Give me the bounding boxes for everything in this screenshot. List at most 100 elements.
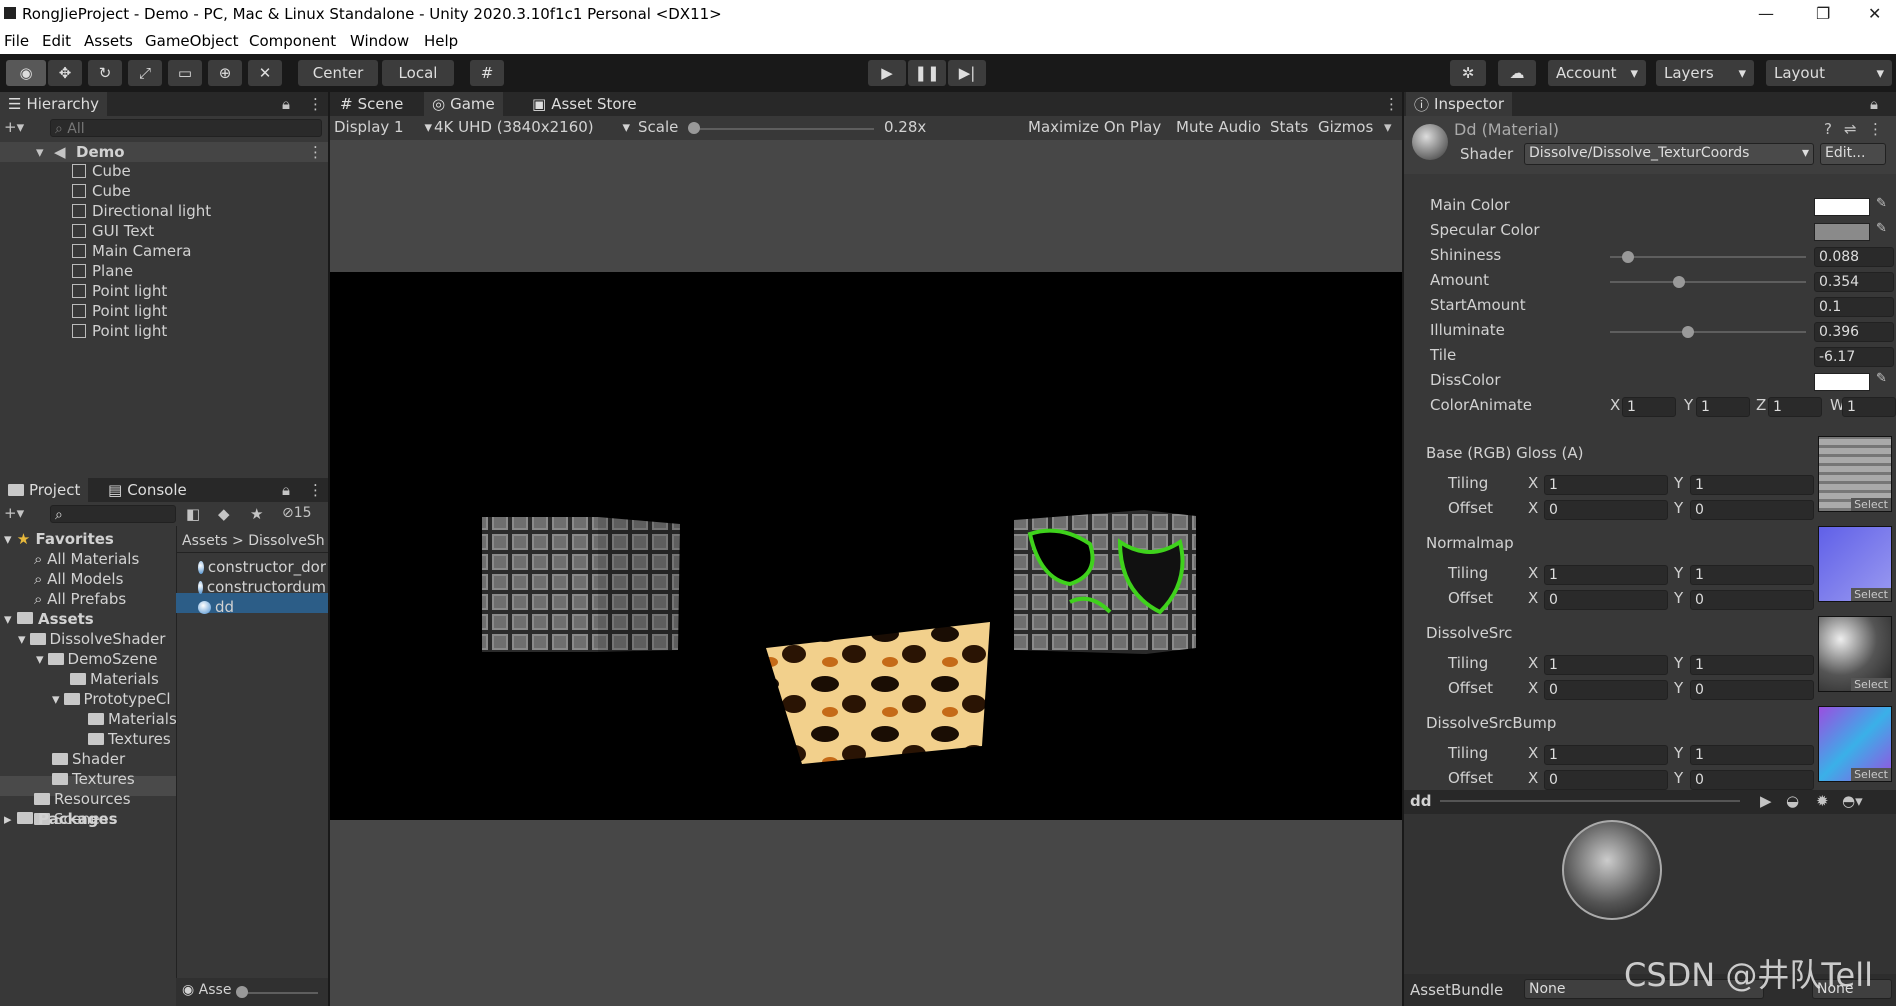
tab-hierarchy[interactable]: ☰ Hierarchy [0,92,107,116]
settings-icon[interactable]: ⇌ [1844,120,1857,138]
texture-offset-x-field[interactable]: 0 [1544,500,1668,520]
hierarchy-item[interactable]: Cube [72,162,131,180]
eyedropper-icon[interactable]: ✎ [1876,221,1887,236]
layers-dropdown[interactable]: Layers ▾ [1656,60,1754,86]
texture-offset-y-field[interactable]: 0 [1690,770,1814,790]
maximize-on-play-button[interactable]: Maximize On Play [1028,118,1161,136]
icon-size-knob[interactable] [236,986,248,998]
favorite-item[interactable]: ⌕ All Models [34,570,123,588]
more-icon[interactable]: ⋮ [1384,95,1399,113]
menu-gameobject[interactable]: GameObject [145,32,239,50]
tab-scene[interactable]: # Scene [332,92,411,116]
resolution-dropdown[interactable]: 4K UHD (3840x2160) ▾ [434,118,630,136]
scale-slider[interactable] [694,128,874,130]
slider-knob[interactable] [1621,251,1634,263]
menu-help[interactable]: Help [424,32,458,50]
tree-folder[interactable]: Materials [70,670,159,688]
maximize-icon[interactable]: ❐ [1816,4,1830,23]
play-icon[interactable]: ▶ [1760,792,1772,810]
pivot-center-button[interactable]: Center [298,60,378,86]
eyedropper-icon[interactable]: ✎ [1876,371,1887,386]
step-button[interactable]: ▶| [948,60,986,86]
texture-select-button[interactable]: Select [1851,498,1891,511]
expand-icon[interactable]: ▾ [36,650,44,668]
slider-knob[interactable] [1673,276,1686,288]
add-icon[interactable]: +▾ [4,118,24,136]
hierarchy-item[interactable]: Point light [72,282,167,300]
expand-icon[interactable]: ▾ [18,630,26,648]
lock-icon[interactable]: 🔒︎ [1870,95,1878,113]
play-button[interactable]: ▶ [868,60,906,86]
icon-size-slider[interactable] [240,992,318,994]
texture-offset-x-field[interactable]: 0 [1544,770,1668,790]
property-value-field[interactable]: -6.17 [1814,347,1894,367]
expand-icon[interactable]: ▾ [52,690,60,708]
breadcrumb-folder[interactable]: DissolveSh [248,533,324,549]
account-dropdown[interactable]: Account ▾ [1548,60,1646,86]
grid-snap-icon[interactable]: # [470,60,504,86]
preview-resize-handle[interactable] [1440,800,1740,802]
texture-thumbnail[interactable]: Select [1818,706,1892,782]
texture-tiling-y-field[interactable]: 1 [1690,565,1814,585]
favorites-row[interactable]: ▾ ★ Favorites [4,530,114,548]
hierarchy-item[interactable]: GUI Text [72,222,154,240]
rotate-tool-icon[interactable]: ↻ [88,60,122,86]
hierarchy-item[interactable]: Cube [72,182,131,200]
tab-console[interactable]: ▤ Console [100,478,195,502]
texture-select-button[interactable]: Select [1851,768,1891,781]
texture-thumbnail[interactable]: Select [1818,616,1892,692]
tree-folder[interactable]: Shader [52,750,125,768]
file-item[interactable]: constructor_dor [198,558,326,576]
texture-tiling-x-field[interactable]: 1 [1544,475,1668,495]
tab-inspector[interactable]: ⓘ Inspector [1406,92,1512,116]
minimize-icon[interactable]: — [1758,4,1774,23]
filter-type-icon[interactable]: ◧ [186,505,200,523]
texture-thumbnail[interactable]: Select [1818,526,1892,602]
tree-folder[interactable]: Textures [88,730,171,748]
color-swatch[interactable] [1814,223,1870,241]
property-value-field[interactable]: 0.1 [1814,297,1894,317]
tree-folder[interactable]: ▾ DissolveShader [18,630,165,648]
mute-audio-button[interactable]: Mute Audio [1176,118,1261,136]
slider-knob[interactable] [1681,326,1694,338]
file-item[interactable]: constructordum [198,578,326,596]
layout-dropdown[interactable]: Layout ▾ [1766,60,1892,86]
coloranimate-w-field[interactable]: 1 [1842,397,1896,417]
more-icon[interactable]: ⋮ [1868,120,1883,138]
scene-row[interactable]: ▾ ◀ Demo ⋮ [0,142,328,162]
texture-offset-y-field[interactable]: 0 [1690,500,1814,520]
more-icon[interactable]: ⋮ [308,143,323,161]
cloud-icon[interactable]: ☁ [1498,60,1536,86]
tree-folder[interactable]: ▾ PrototypeCl [52,690,171,708]
packages-row[interactable]: ▸ Packages [4,810,118,828]
display-dropdown[interactable]: Display 1 ▾ [334,118,432,136]
property-slider[interactable] [1610,256,1806,258]
property-value-field[interactable]: 0.088 [1814,247,1894,267]
shader-dropdown[interactable]: Dissolve/Dissolve_TexturCoords ▾ [1524,143,1814,165]
edit-shader-button[interactable]: Edit... [1820,143,1886,165]
texture-tiling-x-field[interactable]: 1 [1544,655,1668,675]
property-value-field[interactable]: 0.354 [1814,272,1894,292]
assets-row[interactable]: ▾ Assets [4,610,94,628]
hierarchy-item[interactable]: Plane [72,262,133,280]
coloranimate-x-field[interactable]: 1 [1622,397,1676,417]
game-viewport[interactable] [330,272,1402,820]
menu-window[interactable]: Window [350,32,409,50]
file-item[interactable]: dd [198,598,326,616]
scale-knob[interactable] [688,122,700,134]
tree-folder[interactable]: ▾ DemoSzene [36,650,157,668]
coloranimate-y-field[interactable]: 1 [1696,397,1750,417]
tab-project[interactable]: Project [0,478,89,502]
texture-thumbnail[interactable]: Select [1818,436,1892,512]
star-icon[interactable]: ★ [250,505,263,523]
hierarchy-item[interactable]: Directional light [72,202,211,220]
more-icon[interactable]: ⋮ [308,481,323,499]
expand-icon[interactable]: ▾ [36,143,44,161]
favorite-item[interactable]: ⌕ All Prefabs [34,590,126,608]
close-icon[interactable]: ✕ [1868,4,1881,23]
hierarchy-item[interactable]: Point light [72,302,167,320]
lock-icon[interactable]: 🔒︎ [282,481,290,499]
tab-asset-store[interactable]: ▣ Asset Store [524,92,645,116]
collab-icon[interactable]: ✲ [1450,60,1486,86]
breadcrumb-assets[interactable]: Assets [182,533,228,549]
